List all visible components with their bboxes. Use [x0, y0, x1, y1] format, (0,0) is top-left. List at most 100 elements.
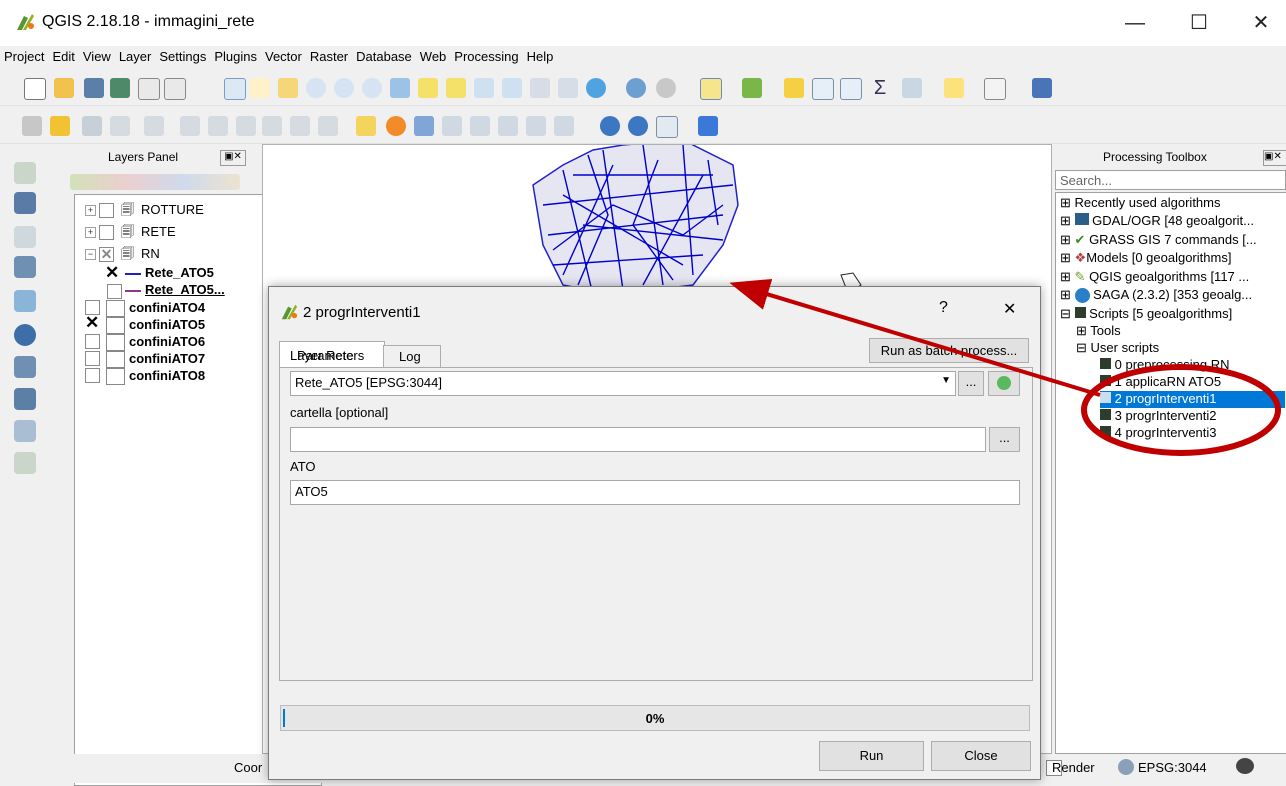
cartella-input[interactable] [290, 427, 986, 452]
layer-checkbox[interactable] [99, 225, 114, 240]
map-tips-icon[interactable] [944, 78, 964, 98]
toolbox-search-input[interactable]: Search... [1055, 170, 1286, 190]
run-feature-action-icon[interactable] [656, 78, 676, 98]
tree-item-scripts[interactable]: ⊟ Scripts [5 geoalgorithms] [1060, 306, 1232, 323]
add-spatialite-layer-icon[interactable] [14, 290, 36, 312]
pan-map-icon[interactable] [250, 78, 270, 98]
add-wfs-icon[interactable] [628, 116, 648, 136]
collapse-icon[interactable]: − [85, 249, 96, 260]
tree-item-script-selected[interactable]: 2 progrInterventi1 [1100, 391, 1285, 408]
float-close-icon[interactable]: ▣✕ [1263, 150, 1286, 166]
zoom-full-icon[interactable] [390, 78, 410, 98]
expand-icon[interactable]: + [85, 227, 96, 238]
new-print-composer-icon[interactable] [138, 78, 160, 100]
statistics-sigma-icon[interactable]: Σ [870, 78, 890, 98]
expand-icon[interactable]: ⊞ [1060, 287, 1071, 302]
float-close-icon[interactable]: ▣✕ [220, 150, 246, 166]
identify-icon[interactable] [626, 78, 646, 98]
tree-item-gdal[interactable]: ⊞ GDAL/OGR [48 geoalgorit... [1060, 213, 1254, 230]
layer-checkbox[interactable] [85, 368, 100, 383]
zoom-out-icon[interactable] [334, 78, 354, 98]
tab-log[interactable]: Log [383, 345, 441, 368]
show-hide-labels-icon[interactable] [442, 116, 462, 136]
help-icon[interactable] [1032, 78, 1052, 98]
layer-rete-select[interactable]: Rete_ATO5 [EPSG:3044] ▼ [290, 371, 956, 396]
new-project-icon[interactable] [24, 78, 46, 100]
layer-checkbox[interactable]: ✕ [99, 247, 114, 262]
layers-toolbar-icons[interactable] [70, 174, 240, 190]
tree-item-recent[interactable]: ⊞ Recently used algorithms [1060, 195, 1221, 212]
dialog-close-button[interactable]: ✕ [1003, 299, 1016, 319]
help-button[interactable]: ? [939, 299, 948, 317]
toggle-editing-icon[interactable] [50, 116, 70, 136]
open-project-icon[interactable] [54, 78, 74, 98]
paste-features-icon[interactable] [318, 116, 338, 136]
tree-item-script[interactable]: 3 progrInterventi2 [1100, 408, 1217, 425]
python-console-icon[interactable] [698, 116, 718, 136]
layer-checkbox[interactable] [107, 284, 122, 299]
zoom-to-layer-icon[interactable] [446, 78, 466, 98]
measure-icon[interactable] [902, 78, 922, 98]
minimize-button[interactable]: — [1122, 10, 1148, 36]
close-window-button[interactable]: ✕ [1248, 10, 1274, 36]
tree-item-user-scripts[interactable]: ⊟ User scripts [1076, 340, 1159, 357]
menu-layer[interactable]: Layer [115, 46, 156, 64]
collapse-icon[interactable]: ⊟ [1076, 340, 1087, 355]
tree-item-script[interactable]: 0 preprocessing RN [1100, 357, 1230, 374]
save-edits-icon[interactable] [82, 116, 102, 136]
add-oracle-layer-icon[interactable] [14, 388, 36, 410]
expand-icon[interactable]: ⊞ [1060, 213, 1071, 228]
layer-browse-button[interactable]: ... [958, 371, 984, 396]
add-raster-layer-icon[interactable] [14, 192, 36, 214]
add-feature-icon[interactable] [110, 116, 130, 136]
tree-item-grass[interactable]: ⊞ ✔ GRASS GIS 7 commands [... [1060, 232, 1257, 249]
pan-to-selection-icon[interactable] [278, 78, 298, 98]
tree-item-qgis[interactable]: ⊞ ✎ QGIS geoalgorithms [117 ... [1060, 269, 1249, 286]
new-shapefile-layer-icon[interactable] [14, 452, 36, 474]
add-wms-icon[interactable] [600, 116, 620, 136]
select-by-value-icon[interactable] [742, 78, 762, 98]
zoom-next-icon[interactable] [502, 78, 522, 98]
menu-help[interactable]: Help [523, 46, 558, 64]
copy-features-icon[interactable] [290, 116, 310, 136]
select-features-icon[interactable] [700, 78, 722, 100]
maximize-button[interactable]: ☐ [1186, 10, 1212, 36]
add-csw-icon[interactable] [656, 116, 678, 138]
layer-checkbox[interactable] [99, 203, 114, 218]
add-delimited-text-icon[interactable] [14, 226, 36, 248]
messages-icon[interactable] [1236, 758, 1254, 774]
menu-raster[interactable]: Raster [306, 46, 352, 64]
label-properties-icon[interactable] [554, 116, 574, 136]
move-feature-icon[interactable] [208, 116, 228, 136]
expand-icon[interactable]: + [85, 205, 96, 216]
diagram-icon[interactable] [386, 116, 406, 136]
deselect-icon[interactable] [784, 78, 804, 98]
run-button[interactable]: Run [819, 741, 924, 771]
zoom-in-icon[interactable] [306, 78, 326, 98]
expand-icon[interactable]: ⊞ [1076, 323, 1087, 338]
new-bookmark-icon[interactable] [530, 78, 550, 98]
add-virtual-layer-icon[interactable] [14, 420, 36, 442]
crs-label[interactable]: EPSG:3044 [1138, 760, 1207, 775]
menu-plugins[interactable]: Plugins [210, 46, 261, 64]
tree-item-saga[interactable]: ⊞ SAGA (2.3.2) [353 geoalg... [1060, 287, 1252, 304]
show-bookmarks-icon[interactable] [558, 78, 578, 98]
menu-web[interactable]: Web [416, 46, 451, 64]
layer-checkbox[interactable] [85, 334, 100, 349]
save-as-icon[interactable] [110, 78, 130, 98]
add-postgis-layer-icon[interactable] [14, 256, 36, 278]
current-edits-icon[interactable] [22, 116, 42, 136]
touch-zoom-icon[interactable] [224, 78, 246, 100]
menu-project[interactable]: Project [0, 46, 48, 64]
refresh-icon[interactable] [586, 78, 606, 98]
rotate-label-icon[interactable] [498, 116, 518, 136]
expand-icon[interactable]: ⊞ [1060, 232, 1071, 247]
add-vector-layer-icon[interactable] [14, 162, 36, 184]
expand-icon[interactable]: ⊞ [1060, 195, 1071, 210]
expand-icon[interactable]: ⊞ [1060, 250, 1071, 265]
text-annotation-icon[interactable] [984, 78, 1006, 100]
label-icon[interactable] [356, 116, 376, 136]
layer-checkbox[interactable]: ✕ [85, 314, 99, 331]
add-wms-layer-icon[interactable] [14, 324, 36, 346]
zoom-native-icon[interactable] [362, 78, 382, 98]
